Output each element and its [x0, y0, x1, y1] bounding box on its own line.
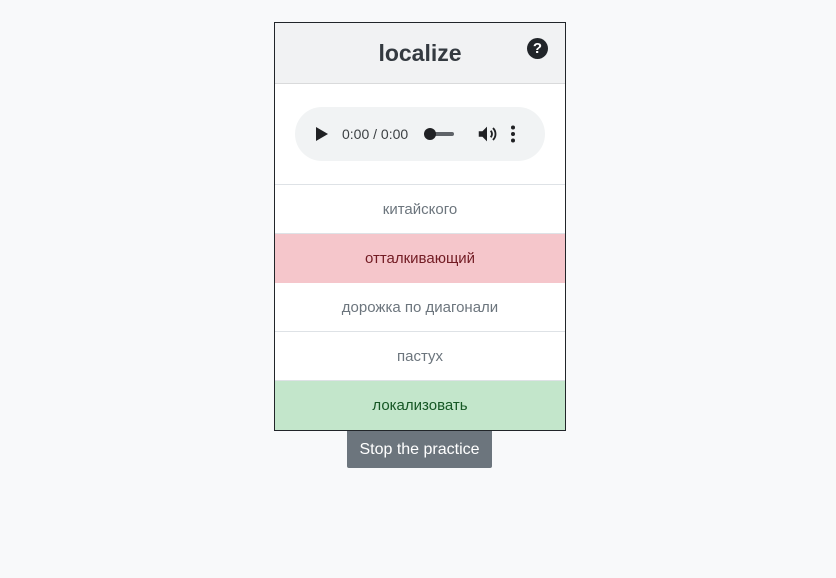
practice-card: localize ? 0:00 / 0:00 китайского отталк… [274, 22, 566, 431]
practice-word: localize [378, 39, 462, 66]
audio-area: 0:00 / 0:00 [275, 84, 565, 185]
answer-option[interactable]: дорожка по диагонали [275, 283, 565, 332]
question-circle-icon[interactable]: ? [527, 38, 548, 59]
answer-option[interactable]: китайского [275, 185, 565, 234]
time-display: 0:00 / 0:00 [342, 126, 409, 142]
progress-thumb[interactable] [424, 128, 437, 140]
answer-option-correct[interactable]: локализовать [275, 381, 565, 430]
stop-practice-button[interactable]: Stop the practice [347, 431, 492, 468]
volume-icon[interactable] [476, 123, 498, 145]
more-vertical-icon[interactable] [510, 125, 516, 143]
progress-slider[interactable] [424, 128, 455, 140]
answer-option-wrong[interactable]: отталкивающий [275, 234, 565, 283]
play-icon[interactable] [315, 126, 329, 142]
card-header: localize ? [275, 23, 565, 84]
answer-option[interactable]: пастух [275, 332, 565, 381]
audio-player: 0:00 / 0:00 [295, 107, 545, 161]
